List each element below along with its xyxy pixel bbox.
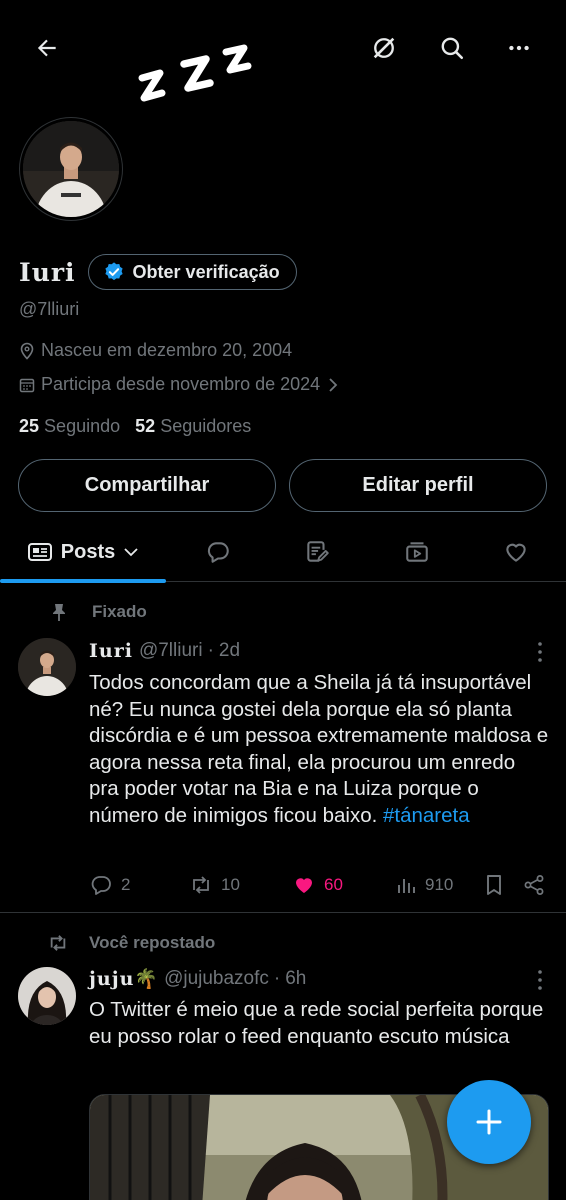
more-vertical-icon [538, 970, 542, 990]
bookmark-icon [487, 875, 501, 895]
following-count: 25 [19, 416, 40, 436]
birthday-line: Nasceu em dezembro 20, 2004 [19, 340, 292, 361]
display-name: Iuri [19, 257, 76, 287]
get-verified-button[interactable]: Obter verificação [87, 254, 297, 290]
repost-action[interactable]: 10 [189, 870, 240, 900]
post-header: Iuri @7lliuri · 2d [89, 640, 240, 662]
profile-tabs: Posts [0, 522, 566, 583]
pin-icon [53, 604, 65, 621]
more-horizontal-icon [509, 45, 529, 51]
bookmark-action[interactable] [483, 870, 505, 900]
birthday-text: Nasceu em dezembro 20, 2004 [41, 340, 293, 360]
follow-stats: 25 Seguindo 52 Seguidores [19, 416, 251, 437]
more-vertical-icon [538, 642, 542, 662]
calendar-icon [19, 378, 35, 392]
followers-link[interactable]: 52 Seguidores [135, 416, 251, 436]
post-hashtag[interactable]: #tánareta [383, 804, 470, 827]
post-author-name[interactable]: juju [89, 968, 134, 990]
post-time[interactable]: 2d [219, 640, 240, 662]
post-avatar[interactable] [18, 967, 76, 1025]
post-more-button[interactable] [536, 969, 544, 991]
chevron-right-icon [329, 377, 338, 392]
joined-text: Participa desde novembro de 2024 [41, 374, 321, 394]
reply-action[interactable]: 2 [89, 870, 130, 900]
arrow-left-icon [37, 39, 56, 57]
share-action[interactable] [523, 870, 545, 900]
grok-icon [373, 37, 395, 59]
heart-filled-icon [296, 878, 312, 893]
following-link[interactable]: 25 Seguindo [19, 416, 120, 436]
tab-articles[interactable] [289, 522, 345, 582]
post-time[interactable]: 6h [285, 968, 306, 990]
post-text: O Twitter é meio que a rede social perfe… [89, 998, 544, 1048]
post-body: Todos concordam que a Sheila já tá insup… [89, 670, 549, 830]
tab-likes[interactable] [488, 522, 544, 582]
repost-count: 10 [221, 875, 240, 894]
repost-context: Você repostado [47, 933, 215, 953]
repost-icon [193, 876, 209, 894]
chevron-down-icon [124, 548, 138, 557]
post-actions: 2 10 60 910 [89, 870, 549, 900]
profile-handle: @7lliuri [19, 299, 80, 319]
verified-badge-icon [104, 262, 123, 281]
get-verified-label: Obter verificação [132, 261, 280, 282]
post-header: juju 🌴 @jujubazofc · 6h [89, 967, 306, 991]
repost-icon [50, 935, 66, 951]
profile-avatar[interactable] [20, 118, 122, 220]
posts-feed-icon [27, 543, 52, 561]
followers-label: Seguidores [160, 416, 252, 436]
pinned-post[interactable]: Fixado Iuri @7lliuri · 2d Todos concorda… [0, 583, 566, 913]
article-edit-icon [307, 541, 329, 562]
joined-line[interactable]: Participa desde novembro de 2024 [19, 374, 340, 395]
followers-count: 52 [135, 416, 156, 436]
grok-button[interactable] [368, 32, 400, 64]
share-profile-button[interactable]: Compartilhar [18, 459, 276, 512]
edit-profile-button[interactable]: Editar perfil [289, 459, 547, 512]
location-pin-icon [20, 342, 34, 360]
tab-replies[interactable] [190, 522, 246, 582]
post-text: Todos concordam que a Sheila já tá insup… [89, 671, 549, 827]
post-author-handle[interactable]: @7lliuri [139, 640, 203, 662]
like-count: 60 [324, 875, 343, 894]
post-more-button[interactable] [536, 641, 544, 663]
reply-count: 2 [121, 875, 131, 894]
views-count: 910 [425, 875, 454, 894]
search-icon [441, 37, 464, 60]
top-bar [0, 0, 566, 102]
palm-tree-emoji: 🌴 [134, 969, 159, 990]
repost-context-label: Você repostado [89, 933, 216, 952]
views-action[interactable]: 910 [395, 870, 453, 900]
like-action[interactable]: 60 [292, 870, 343, 900]
plus-icon [476, 1109, 502, 1135]
share-nodes-icon [524, 875, 544, 895]
sleep-zzz-doodle [138, 44, 252, 102]
pinned-label: Fixado [92, 602, 147, 621]
tab-posts[interactable]: Posts [0, 522, 166, 583]
following-label: Seguindo [44, 416, 121, 436]
post-separator: · [273, 968, 281, 989]
compose-post-button[interactable] [447, 1080, 531, 1164]
search-button[interactable] [436, 32, 468, 64]
tab-media[interactable] [389, 522, 445, 582]
post-separator: · [207, 640, 214, 661]
profile-name-row: Iuri Obter verificação [19, 254, 297, 290]
views-chart-icon [398, 879, 415, 893]
tab-posts-label: Posts [60, 540, 116, 563]
more-button[interactable] [503, 32, 535, 64]
post-author-handle[interactable]: @jujubazofc [164, 968, 269, 990]
reply-bubble-icon [207, 542, 229, 563]
post-author-name[interactable]: Iuri [89, 640, 133, 662]
reply-icon [91, 876, 111, 895]
post-avatar[interactable] [18, 638, 76, 696]
pinned-context: Fixado [50, 602, 147, 622]
back-button[interactable] [31, 32, 63, 64]
media-play-icon [406, 542, 428, 562]
heart-outline-icon [506, 543, 526, 562]
